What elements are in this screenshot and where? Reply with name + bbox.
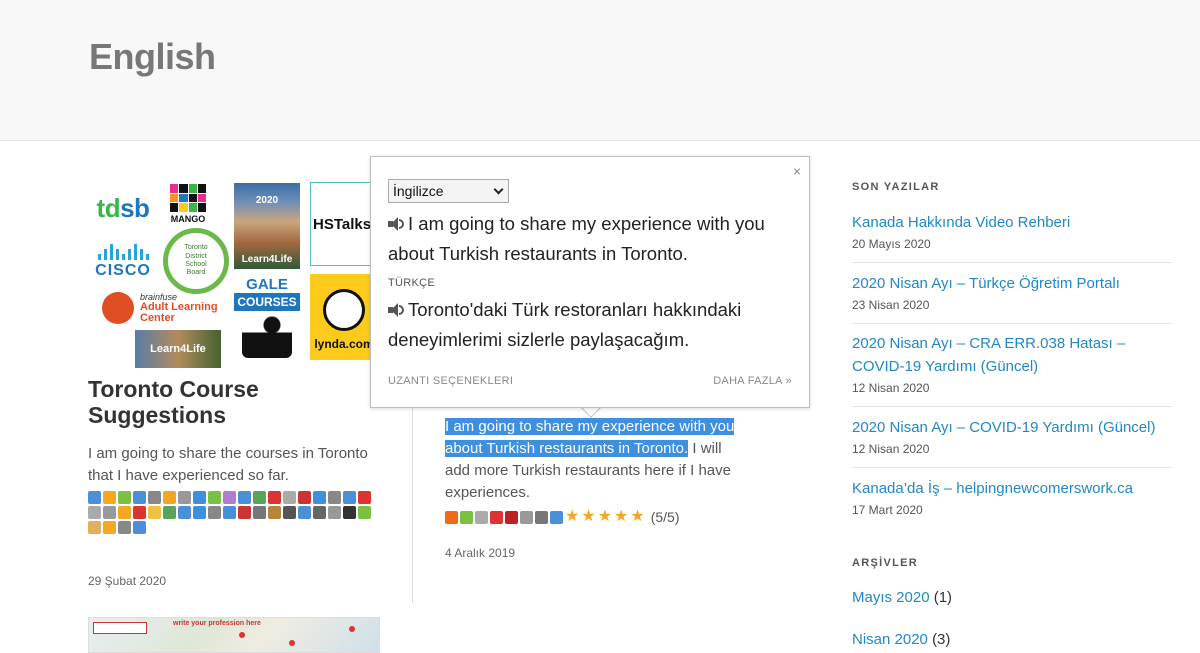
recent-post-date: 20 Mayıs 2020	[852, 237, 931, 251]
recent-post-link[interactable]: 2020 Nisan Ayı – COVID-19 Yardımı (Günce…	[852, 416, 1172, 439]
gale-courses-logo: GALE COURSES	[234, 274, 300, 360]
recent-posts-heading: SON YAZILAR	[852, 181, 940, 193]
translation-popup: × İngilizce I am going to share my exper…	[370, 156, 810, 408]
course-logos-image[interactable]: td sb MANGO 2020 Learn4Life HSTalks CISCO…	[88, 180, 378, 370]
source-text: I am going to share my experience with y…	[388, 213, 765, 264]
archive-item: Mayıs 2020 (1)	[852, 589, 952, 606]
star-icon: ★	[614, 508, 629, 525]
toronto-district-school-board-logo: Toronto District School Board	[163, 228, 229, 294]
rating-row: ★ ★ ★ ★ ★ (5/5)	[445, 509, 680, 525]
star-icon: ★	[581, 508, 596, 525]
recent-post-date: 23 Nisan 2020	[852, 298, 930, 312]
lynda-logo: lynda.com	[310, 274, 378, 360]
chevron-down-icon	[493, 184, 504, 194]
post-excerpt: I am going to share my experience with y…	[445, 418, 735, 501]
recent-post-item: 2020 Nisan Ayı – CRA ERR.038 Hatası – CO…	[852, 332, 1172, 395]
speaker-icon[interactable]	[388, 217, 404, 231]
post-date[interactable]: 4 Aralık 2019	[445, 546, 515, 560]
cisco-logo: CISCO	[88, 242, 158, 282]
recent-post-item: 2020 Nisan Ayı – COVID-19 Yardımı (Günce…	[852, 416, 1172, 456]
extension-options-link[interactable]: UZANTI SEÇENEKLERI	[388, 375, 513, 387]
learn4life-banner: Learn4Life	[135, 330, 221, 368]
recent-post-date: 17 Mart 2020	[852, 503, 923, 517]
hstalks-logo: HSTalks	[310, 182, 378, 266]
emoji-icon	[550, 510, 563, 524]
emoji-list	[88, 491, 378, 534]
source-language-select[interactable]: İngilizce	[388, 179, 509, 203]
brainfuse-logo: brainfuse Adult Learning Center	[102, 288, 230, 328]
column-divider	[412, 400, 413, 603]
translated-text: Toronto'daki Türk restoranları hakkındak…	[388, 299, 742, 350]
close-icon[interactable]: ×	[793, 163, 801, 179]
post-date[interactable]: 29 Şubat 2020	[88, 574, 166, 588]
star-icon: ★	[597, 508, 613, 525]
archive-item: Nisan 2020 (3)	[852, 631, 950, 648]
recent-post-link[interactable]: Kanada Hakkında Video Rehberi	[852, 211, 1172, 234]
emoji-icon	[535, 510, 548, 524]
recent-post-date: 12 Nisan 2020	[852, 442, 930, 456]
sidebar-divider	[852, 467, 1172, 468]
rating-value: (5/5)	[650, 509, 680, 525]
tdsb-logo: td sb	[96, 192, 150, 223]
emoji-icon	[505, 510, 518, 524]
archive-count: (3)	[932, 631, 951, 648]
site-header: English	[0, 0, 1200, 141]
emoji-icon	[445, 510, 458, 524]
site-title[interactable]: English	[89, 36, 216, 78]
recent-post-item: Kanada Hakkında Video Rehberi 20 Mayıs 2…	[852, 211, 1172, 251]
recent-post-link[interactable]: Kanada’da İş – helpingnewcomerswork.ca	[852, 477, 1172, 500]
archive-link[interactable]: Mayıs 2020	[852, 589, 930, 606]
recent-post-link[interactable]: 2020 Nisan Ayı – CRA ERR.038 Hatası – CO…	[852, 332, 1172, 378]
emoji-icon	[475, 510, 488, 524]
emoji-icon	[490, 510, 503, 524]
archive-count: (1)	[933, 589, 953, 606]
star-icon: ★	[630, 508, 645, 525]
map-thumbnail[interactable]: write your profession here	[88, 617, 380, 653]
emoji-icon	[520, 510, 533, 524]
archives-heading: ARŞİVLER	[852, 557, 919, 569]
recent-post-date: 12 Nisan 2020	[852, 381, 930, 395]
post-excerpt: I am going to share the courses in Toron…	[88, 445, 368, 484]
recent-post-item: 2020 Nisan Ayı – Türkçe Öğretim Portalı …	[852, 272, 1172, 312]
post-title[interactable]: Toronto Course Suggestions	[88, 376, 388, 429]
star-icon: ★	[565, 508, 580, 525]
recent-post-link[interactable]: 2020 Nisan Ayı – Türkçe Öğretim Portalı	[852, 272, 1172, 295]
speaker-icon[interactable]	[388, 303, 404, 317]
archive-link[interactable]: Nisan 2020	[852, 631, 928, 648]
emoji-icon	[460, 510, 473, 524]
learn4life-photo: 2020 Learn4Life	[234, 183, 300, 269]
target-language-label: TÜRKÇE	[388, 277, 436, 289]
sidebar-divider	[852, 323, 1172, 324]
sidebar-divider	[852, 262, 1172, 263]
mango-logo: MANGO	[168, 182, 208, 226]
more-link[interactable]: DAHA FAZLA »	[713, 375, 792, 387]
sidebar-divider	[852, 406, 1172, 407]
recent-post-item: Kanada’da İş – helpingnewcomerswork.ca 1…	[852, 477, 1172, 517]
